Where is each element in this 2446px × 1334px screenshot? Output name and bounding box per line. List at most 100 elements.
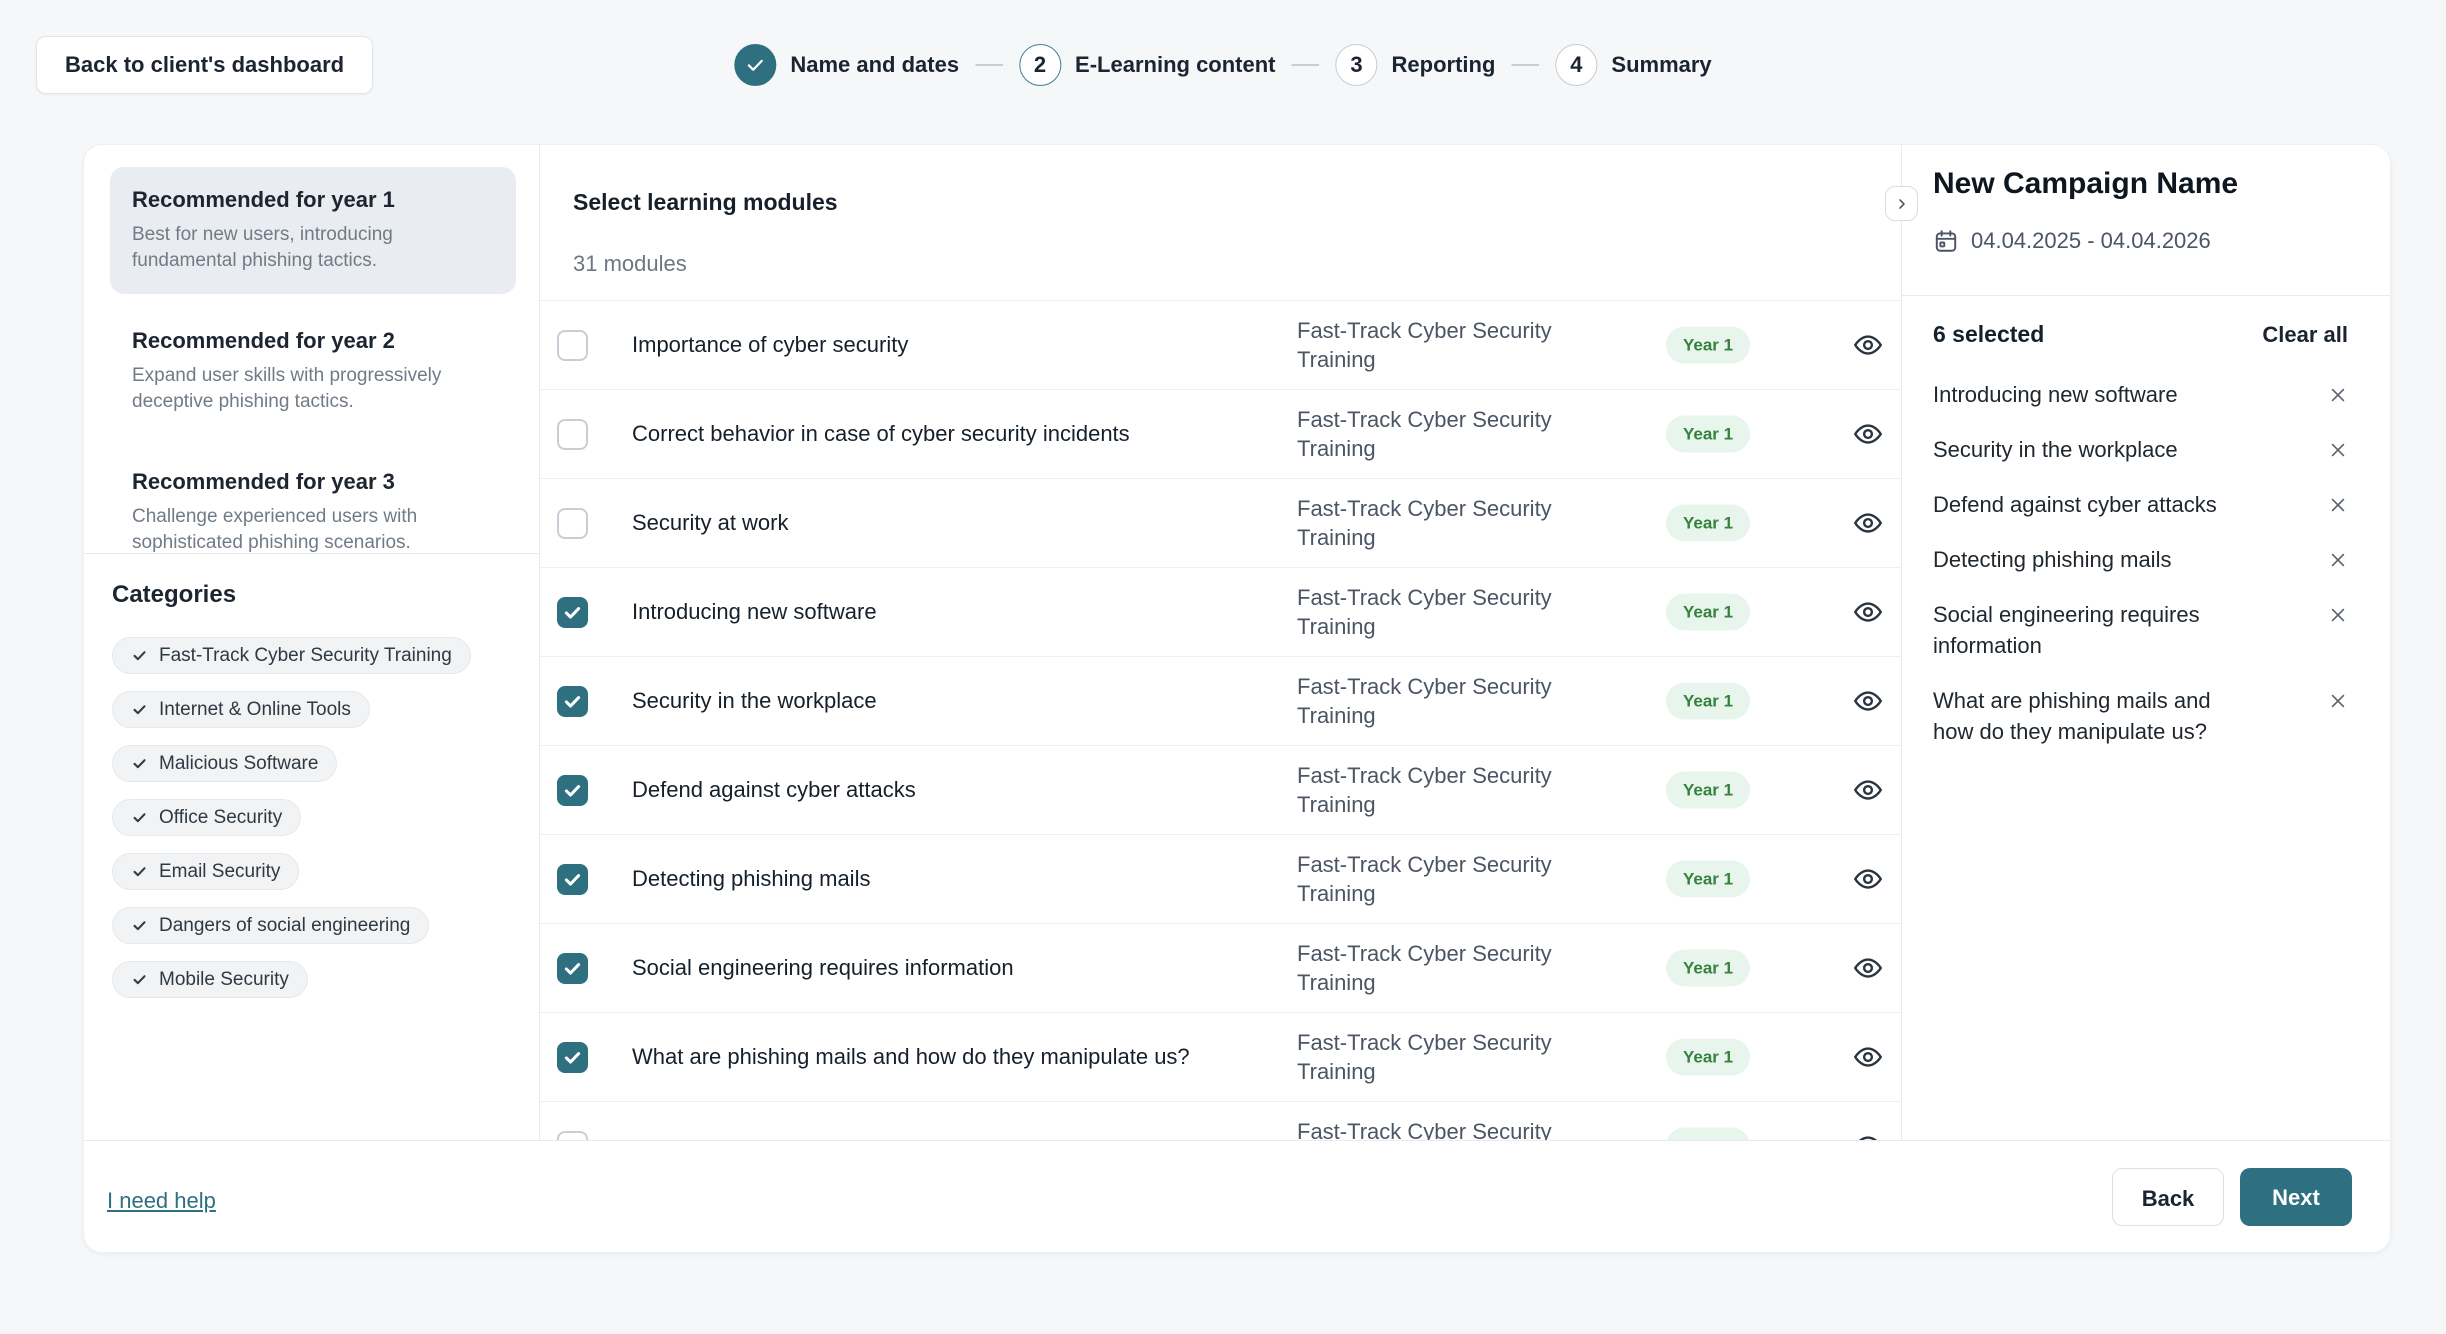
selected-item-label: Detecting phishing mails <box>1933 544 2243 575</box>
selected-item: Social engineering requires information <box>1933 599 2348 661</box>
campaign-date-range: 04.04.2025 - 04.04.2026 <box>1933 228 2211 254</box>
recommendation-card[interactable]: Recommended for year 3Challenge experien… <box>110 449 516 576</box>
preview-module-button[interactable] <box>1853 775 1883 805</box>
module-training-name: Fast-Track Cyber Security Training <box>1297 761 1617 819</box>
category-pill[interactable]: Office Security <box>112 799 301 836</box>
category-label: Fast-Track Cyber Security Training <box>159 645 452 667</box>
sidebar-divider <box>84 553 539 554</box>
module-training-name: Fast-Track Cyber Security Training <box>1297 494 1617 552</box>
recommendation-card[interactable]: Recommended for year 2Expand user skills… <box>110 308 516 435</box>
remove-item-button[interactable] <box>2328 550 2348 570</box>
module-checkbox[interactable] <box>557 508 588 539</box>
preview-module-button[interactable] <box>1853 330 1883 360</box>
check-icon <box>562 691 583 712</box>
check-icon <box>562 1047 583 1068</box>
module-row: Defend against cyber attacksFast-Track C… <box>540 746 1901 835</box>
preview-module-button[interactable] <box>1853 1042 1883 1072</box>
check-icon <box>131 863 148 880</box>
preview-module-button[interactable] <box>1853 419 1883 449</box>
category-pill[interactable]: Fast-Track Cyber Security Training <box>112 637 471 674</box>
year-badge: Year 1 <box>1666 772 1750 809</box>
category-pill[interactable]: Dangers of social engineering <box>112 907 429 944</box>
remove-item-button[interactable] <box>2328 495 2348 515</box>
preview-module-button[interactable] <box>1853 597 1883 627</box>
step-separator <box>975 64 1003 66</box>
remove-item-button[interactable] <box>2328 605 2348 625</box>
back-to-dashboard-button[interactable]: Back to client's dashboard <box>36 36 373 94</box>
year-badge: Year 1 <box>1666 594 1750 631</box>
remove-item-button[interactable] <box>2328 385 2348 405</box>
module-title: Security in the workplace <box>632 688 877 714</box>
module-row: Introducing new softwareFast-Track Cyber… <box>540 568 1901 657</box>
footer-divider <box>84 1140 2390 1141</box>
next-button[interactable]: Next <box>2240 1168 2352 1226</box>
preview-eye-icon <box>1853 1131 1883 1140</box>
step-label: Reporting <box>1392 52 1496 78</box>
module-training-name: Fast-Track Cyber Security Training <box>1297 939 1617 997</box>
selected-item-label: Introducing new software <box>1933 379 2243 410</box>
check-icon <box>131 647 148 664</box>
preview-module-button[interactable] <box>1853 1131 1883 1140</box>
module-checkbox[interactable] <box>557 775 588 806</box>
category-pill[interactable]: Malicious Software <box>112 745 337 782</box>
step-circle[interactable]: 2 <box>1019 44 1061 86</box>
module-title: Introducing new software <box>632 599 877 625</box>
calendar-icon <box>1933 228 1959 254</box>
module-title: What are phishing mails and how do they … <box>632 1044 1190 1070</box>
step-label: Name and dates <box>790 52 959 78</box>
close-icon <box>2328 691 2348 711</box>
module-checkbox[interactable] <box>557 419 588 450</box>
step-2[interactable]: 2 E-Learning content <box>1019 44 1275 86</box>
step-separator <box>1292 64 1320 66</box>
module-row: Importance of cyber securityFast-Track C… <box>540 301 1901 390</box>
module-checkbox[interactable] <box>557 330 588 361</box>
category-pill[interactable]: Internet & Online Tools <box>112 691 370 728</box>
remove-item-button[interactable] <box>2328 440 2348 460</box>
selected-item-label: What are phishing mails and how do they … <box>1933 685 2243 747</box>
step-3[interactable]: 3 Reporting <box>1336 44 1496 86</box>
year-badge: Year 1 <box>1666 505 1750 542</box>
preview-module-button[interactable] <box>1853 864 1883 894</box>
help-link[interactable]: I need help <box>107 1188 216 1214</box>
step-label: E-Learning content <box>1075 52 1275 78</box>
selected-item-label: Defend against cyber attacks <box>1933 489 2243 520</box>
module-count: 31 modules <box>573 251 687 277</box>
check-icon <box>131 917 148 934</box>
module-title: Correct behavior in case of cyber securi… <box>632 421 1130 447</box>
module-row: What are phishing mails and how do they … <box>540 1013 1901 1102</box>
module-checkbox[interactable] <box>557 953 588 984</box>
module-checkbox[interactable] <box>557 1042 588 1073</box>
check-icon <box>562 869 583 890</box>
recommendation-title: Recommended for year 3 <box>132 469 494 495</box>
remove-item-button[interactable] <box>2328 691 2348 711</box>
back-button[interactable]: Back <box>2112 1168 2224 1226</box>
module-title: Detecting phishing mails <box>632 866 870 892</box>
category-pill[interactable]: Mobile Security <box>112 961 308 998</box>
year-badge: Year 1 <box>1666 683 1750 720</box>
recommendation-description: Best for new users, introducing fundamen… <box>132 222 494 274</box>
check-icon <box>131 971 148 988</box>
module-title: Security at work <box>632 510 789 536</box>
module-checkbox[interactable] <box>557 864 588 895</box>
module-row: Fast-Track Cyber Security TrainingYear 1 <box>540 1102 1901 1140</box>
recommendation-title: Recommended for year 2 <box>132 328 494 354</box>
module-checkbox[interactable] <box>557 686 588 717</box>
step-circle[interactable] <box>734 44 776 86</box>
step-circle[interactable]: 4 <box>1555 44 1597 86</box>
recommendation-card[interactable]: Recommended for year 1Best for new users… <box>110 167 516 294</box>
module-row: Social engineering requires informationF… <box>540 924 1901 1013</box>
preview-eye-icon <box>1853 419 1883 449</box>
preview-module-button[interactable] <box>1853 686 1883 716</box>
collapse-panel-button[interactable] <box>1885 186 1918 221</box>
step-4[interactable]: 4Summary <box>1555 44 1711 86</box>
year-badge: Year 1 <box>1666 861 1750 898</box>
step-circle[interactable]: 3 <box>1336 44 1378 86</box>
category-pill[interactable]: Email Security <box>112 853 299 890</box>
preview-module-button[interactable] <box>1853 508 1883 538</box>
module-checkbox[interactable] <box>557 1131 588 1140</box>
preview-module-button[interactable] <box>1853 953 1883 983</box>
module-checkbox[interactable] <box>557 597 588 628</box>
module-rows: Importance of cyber securityFast-Track C… <box>540 300 1901 1140</box>
clear-all-button[interactable]: Clear all <box>2262 322 2348 348</box>
step-1[interactable]: Name and dates <box>734 44 959 86</box>
